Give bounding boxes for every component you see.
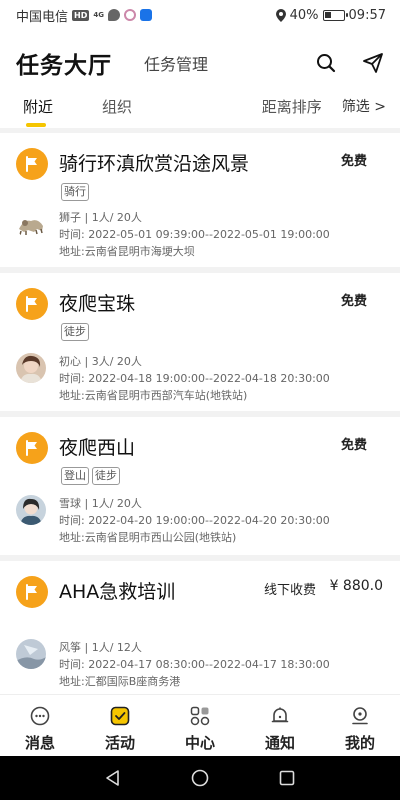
filter-tabs: 附近 组织 距离排序 筛选 >	[0, 96, 400, 128]
organizer-info: 雪球 | 1人/ 20人	[59, 497, 142, 510]
location-icon	[275, 8, 286, 22]
clock: 09:57	[348, 7, 386, 23]
organizer-info: 风筝 | 1人/ 12人	[59, 641, 142, 654]
task-payment-mode: 线下收费	[263, 583, 316, 598]
avatar[interactable]	[16, 353, 46, 383]
task-time: 时间: 2022-04-17 08:30:00--2022-04-17 18:3…	[59, 658, 330, 671]
back-icon[interactable]	[104, 769, 122, 787]
profile-icon	[349, 705, 371, 727]
network-label: 4G	[93, 10, 104, 19]
battery-level	[324, 11, 332, 18]
nav-messages[interactable]: 消息	[0, 695, 80, 756]
task-tag: 登山	[61, 467, 89, 485]
task-title: 夜爬西山	[59, 437, 136, 459]
message-icon	[29, 705, 51, 727]
nav-label: 中心	[184, 734, 215, 752]
tab-nearby[interactable]: 附近	[23, 96, 53, 128]
task-list: 骑行环滇欣赏沿途风景 免费 骑行 狮子 | 1人/ 20人 时间: 2022-0…	[0, 133, 400, 694]
carrier-label: 中国电信	[16, 9, 69, 25]
task-time: 时间: 2022-04-18 19:00:00--2022-04-18 20:3…	[59, 372, 330, 385]
nav-label: 通知	[264, 734, 295, 752]
task-tags: 徒步	[61, 323, 89, 341]
system-nav-bar	[0, 756, 400, 800]
task-tag: 徒步	[92, 467, 120, 485]
page-title: 任务大厅	[16, 53, 112, 79]
status-bar: 中国电信 HD 4G 40% 09:57	[0, 0, 400, 30]
center-icon	[189, 705, 211, 727]
task-management-link[interactable]: 任务管理	[144, 51, 208, 75]
filter-button[interactable]: 筛选 >	[342, 96, 386, 128]
avatar[interactable]	[16, 639, 46, 669]
nav-notifications[interactable]: 通知	[240, 695, 320, 756]
flag-icon	[16, 288, 48, 320]
task-time: 时间: 2022-04-20 19:00:00--2022-04-20 20:3…	[59, 514, 330, 527]
nav-profile[interactable]: 我的	[320, 695, 400, 756]
task-address: 地址:汇都国际B座商务港	[59, 675, 181, 688]
nav-center[interactable]: 中心	[160, 695, 240, 756]
bottom-nav: 消息 活动 中心 通知 我的	[0, 694, 400, 756]
flag-icon	[16, 148, 48, 180]
task-tag: 徒步	[61, 323, 89, 341]
task-address: 地址:云南省昆明市西山公园(地铁站)	[59, 531, 237, 544]
nav-label: 我的	[344, 734, 375, 752]
avatar[interactable]	[16, 209, 46, 239]
flag-icon	[16, 576, 48, 608]
task-price: 免费	[340, 154, 367, 169]
hd-badge: HD	[72, 9, 90, 21]
task-address: 地址:云南省昆明市海埂大坝	[59, 245, 195, 258]
task-price: ¥ 880.0	[329, 578, 383, 594]
home-icon[interactable]	[191, 769, 209, 787]
nav-activity[interactable]: 活动	[80, 695, 160, 756]
shield-notification-icon	[139, 9, 152, 21]
send-icon[interactable]	[362, 53, 384, 73]
activity-icon	[109, 705, 131, 727]
task-price: 免费	[340, 294, 367, 309]
chat-notification-icon	[107, 9, 120, 21]
task-time: 时间: 2022-05-01 09:39:00--2022-05-01 19:0…	[59, 228, 330, 241]
nav-label: 消息	[24, 734, 55, 752]
flag-icon	[16, 432, 48, 464]
task-price: 免费	[340, 438, 367, 453]
task-address: 地址:云南省昆明市西部汽车站(地铁站)	[59, 389, 248, 402]
task-card[interactable]: AHA急救培训 线下收费 ¥ 880.0 风筝 | 1人/ 12人 时间: 20…	[0, 561, 400, 694]
task-title: AHA急救培训	[59, 581, 176, 603]
tab-organization[interactable]: 组织	[102, 96, 132, 128]
task-title: 骑行环滇欣赏沿途风景	[59, 153, 250, 175]
search-icon[interactable]	[316, 53, 336, 73]
recents-icon[interactable]	[278, 769, 296, 787]
nav-label: 活动	[104, 734, 135, 752]
avatar[interactable]	[16, 495, 46, 525]
task-tags: 骑行	[61, 183, 89, 201]
organizer-info: 狮子 | 1人/ 20人	[59, 211, 142, 224]
task-card[interactable]: 骑行环滇欣赏沿途风景 免费 骑行 狮子 | 1人/ 20人 时间: 2022-0…	[0, 133, 400, 267]
task-tags: 登山 徒步	[61, 467, 120, 485]
bell-icon	[269, 705, 291, 727]
header: 任务大厅 任务管理	[0, 30, 400, 96]
task-card[interactable]: 夜爬宝珠 免费 徒步 初心 | 3人/ 20人 时间: 2022-04-18 1…	[0, 273, 400, 411]
app-notification-icon	[123, 9, 136, 21]
sort-by-distance[interactable]: 距离排序	[262, 96, 322, 128]
battery-icon	[322, 9, 348, 21]
organizer-info: 初心 | 3人/ 20人	[59, 355, 142, 368]
battery-percent: 40%	[289, 7, 319, 23]
task-title: 夜爬宝珠	[59, 293, 136, 315]
task-tag: 骑行	[61, 183, 89, 201]
task-card[interactable]: 夜爬西山 免费 登山 徒步 雪球 | 1人/ 20人 时间: 2022-04-2…	[0, 417, 400, 555]
